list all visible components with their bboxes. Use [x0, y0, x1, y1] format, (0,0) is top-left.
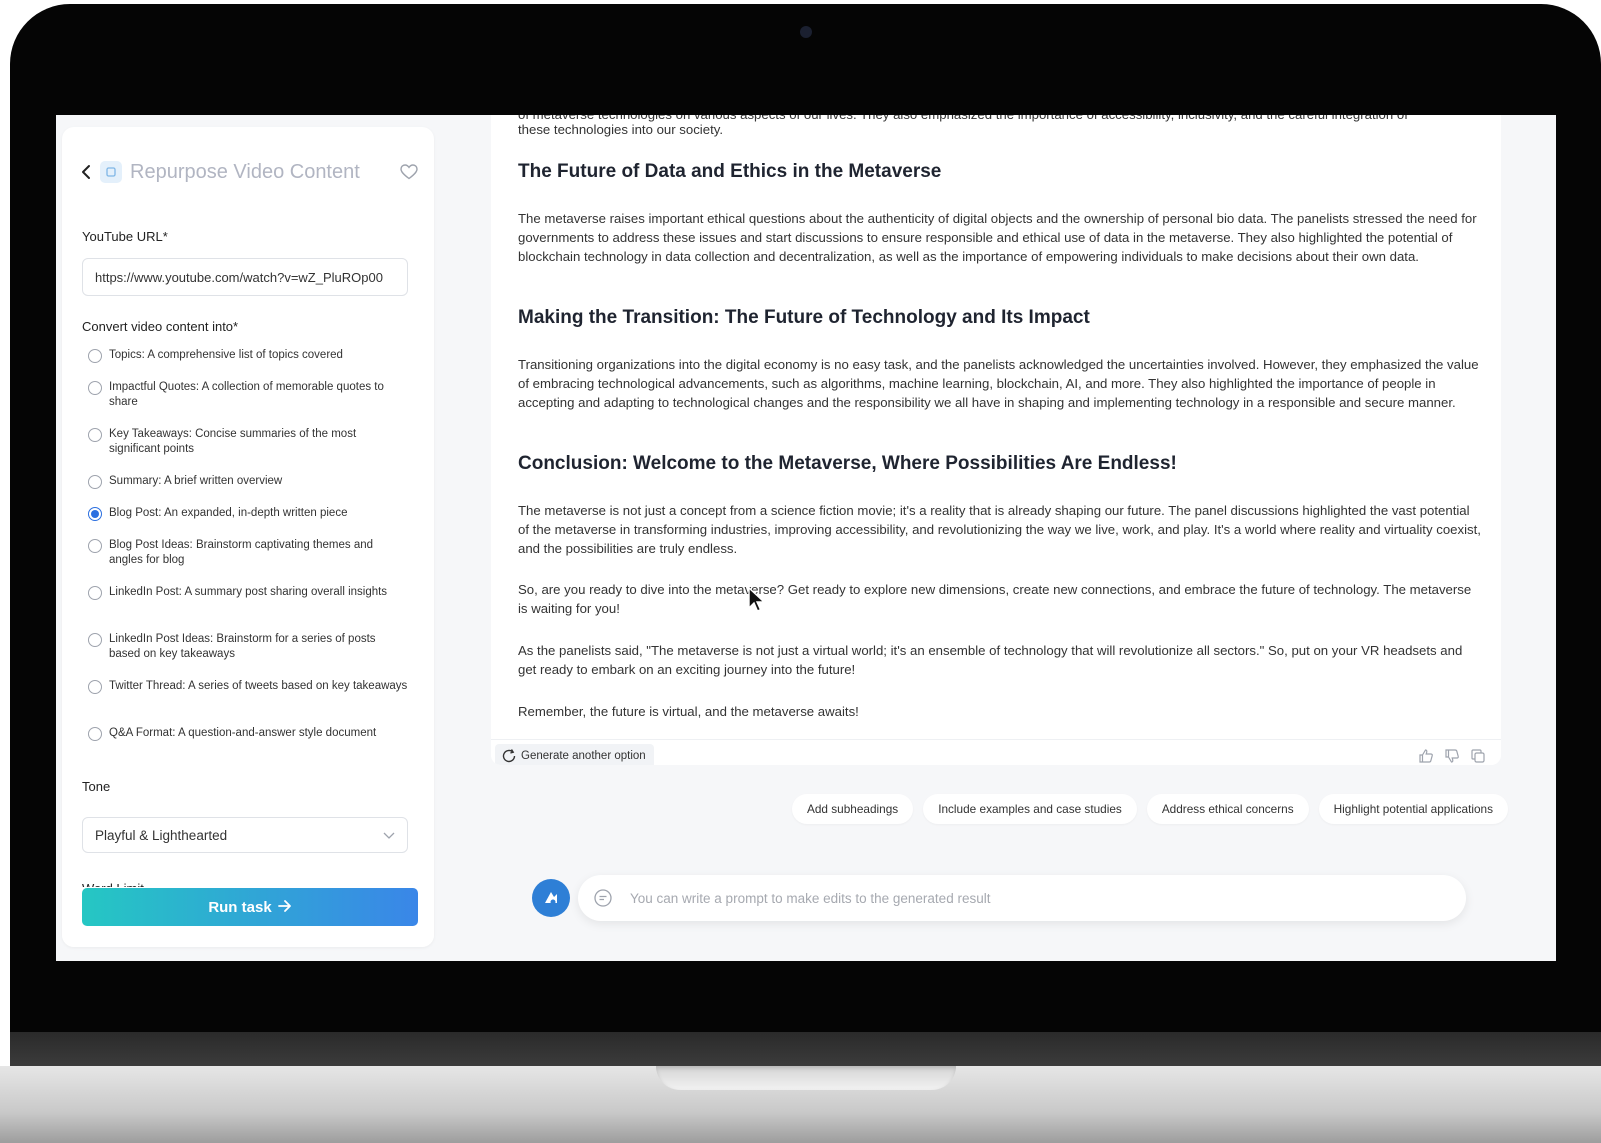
option-label: LinkedIn Post: A summary post sharing ov…: [109, 586, 388, 598]
settings-panel: Repurpose Video Content YouTube URL* Con…: [62, 127, 434, 947]
option-label: Q&A Format: A question-and-answer style …: [109, 727, 377, 739]
youtube-url-input[interactable]: [82, 258, 408, 296]
run-task-label: Run task: [208, 898, 272, 916]
laptop-hinge: [10, 1032, 1601, 1068]
option-linkedin-post[interactable]: LinkedIn Post: A summary post sharing ov…: [88, 585, 408, 632]
option-qa-format[interactable]: Q&A Format: A question-and-answer style …: [88, 726, 408, 758]
article-paragraph: Remember, the future is virtual, and the…: [518, 704, 859, 719]
tone-value: Playful & Lighthearted: [95, 827, 228, 843]
chat-icon: [592, 887, 614, 909]
option-linkedin-post-ideas[interactable]: LinkedIn Post Ideas: Brainstorm for a se…: [88, 632, 408, 679]
article-paragraph: The metaverse is not just a concept from…: [518, 503, 1481, 556]
heart-icon[interactable]: [398, 161, 420, 183]
arrow-right-icon: [277, 899, 292, 916]
chip-add-subheadings[interactable]: Add subheadings: [792, 794, 914, 824]
laptop-notch: [656, 1066, 956, 1090]
app-icon: [100, 161, 122, 183]
mouse-cursor-icon: [747, 586, 767, 619]
prompt-bar: [578, 875, 1466, 921]
option-topics[interactable]: Topics: A comprehensive list of topics c…: [88, 348, 408, 380]
panel-header: Repurpose Video Content: [76, 157, 420, 187]
article-paragraph: Transitioning organizations into the dig…: [518, 357, 1479, 410]
option-label: Summary: A brief written overview: [109, 475, 283, 487]
radio-button[interactable]: [88, 539, 102, 553]
chip-highlight-applications[interactable]: Highlight potential applications: [1318, 794, 1508, 824]
section-heading: Making the Transition: The Future of Tec…: [518, 307, 1090, 328]
option-summary[interactable]: Summary: A brief written overview: [88, 474, 408, 506]
chip-include-examples[interactable]: Include examples and case studies: [923, 794, 1137, 824]
option-impactful-quotes[interactable]: Impactful Quotes: A collection of memora…: [88, 380, 408, 427]
option-label: Blog Post Ideas: Brainstorm captivating …: [109, 539, 374, 566]
radio-button[interactable]: [88, 633, 102, 647]
option-key-takeaways[interactable]: Key Takeaways: Concise summaries of the …: [88, 427, 408, 474]
suggestion-chips: Add subheadings Include examples and cas…: [792, 794, 1508, 824]
radio-button[interactable]: [88, 428, 102, 442]
radio-button-selected[interactable]: [88, 507, 102, 521]
page-title: Repurpose Video Content: [130, 160, 360, 183]
back-icon[interactable]: [76, 162, 96, 182]
option-blog-post-ideas[interactable]: Blog Post Ideas: Brainstorm captivating …: [88, 538, 408, 585]
option-label: Impactful Quotes: A collection of memora…: [109, 381, 384, 408]
copy-icon[interactable]: [1469, 747, 1487, 765]
tone-label: Tone: [82, 779, 111, 794]
option-label: Topics: A comprehensive list of topics c…: [109, 349, 343, 361]
refresh-icon: [501, 748, 517, 764]
option-label: Key Takeaways: Concise summaries of the …: [109, 428, 357, 455]
radio-button[interactable]: [88, 586, 102, 600]
option-label: Twitter Thread: A series of tweets based…: [109, 680, 408, 692]
convert-options: Topics: A comprehensive list of topics c…: [88, 348, 408, 758]
result-card: of metaverse technologies on various asp…: [491, 115, 1501, 765]
camera: [800, 26, 812, 38]
article-paragraph: So, are you ready to dive into the metav…: [518, 582, 1472, 616]
prompt-input[interactable]: [630, 890, 1466, 906]
youtube-url-label: YouTube URL*: [82, 229, 168, 244]
tone-select[interactable]: Playful & Lighthearted: [82, 817, 408, 853]
generate-another-option-label: Generate another option: [521, 750, 646, 762]
article-paragraph: The metaverse raises important ethical q…: [518, 211, 1477, 264]
chevron-down-icon: [383, 828, 395, 843]
run-task-button[interactable]: Run task: [82, 888, 418, 926]
thumbs-up-icon[interactable]: [1417, 747, 1435, 765]
app-screen: Repurpose Video Content YouTube URL* Con…: [56, 115, 1556, 961]
option-label: Blog Post: An expanded, in-depth written…: [109, 507, 348, 519]
avatar: [532, 879, 570, 917]
option-twitter-thread[interactable]: Twitter Thread: A series of tweets based…: [88, 679, 408, 726]
radio-button[interactable]: [88, 680, 102, 694]
generate-another-option-button[interactable]: Generate another option: [495, 744, 654, 765]
option-label: LinkedIn Post Ideas: Brainstorm for a se…: [109, 633, 376, 660]
result-toolbar: Generate another option: [491, 739, 1501, 765]
article-paragraph: As the panelists said, "The metaverse is…: [518, 643, 1463, 677]
radio-button[interactable]: [88, 381, 102, 395]
section-heading: Conclusion: Welcome to the Metaverse, Wh…: [518, 453, 1177, 474]
radio-button[interactable]: [88, 475, 102, 489]
option-blog-post[interactable]: Blog Post: An expanded, in-depth written…: [88, 506, 408, 538]
article-text: these technologies into our society.: [518, 122, 724, 137]
chip-address-ethical-concerns[interactable]: Address ethical concerns: [1146, 794, 1309, 824]
radio-button[interactable]: [88, 727, 102, 741]
feedback-actions: [1417, 747, 1487, 765]
radio-button[interactable]: [88, 349, 102, 363]
thumbs-down-icon[interactable]: [1443, 747, 1461, 765]
convert-label: Convert video content into*: [82, 319, 239, 334]
section-heading: The Future of Data and Ethics in the Met…: [518, 161, 942, 182]
